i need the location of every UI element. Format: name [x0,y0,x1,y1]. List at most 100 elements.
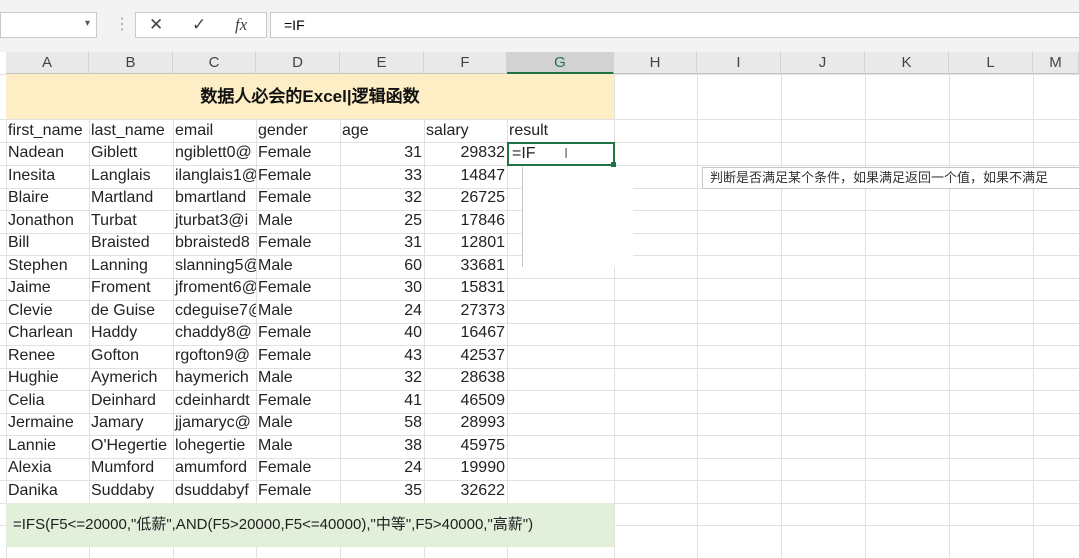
cell-last-name[interactable]: de Guise [89,300,173,322]
cell-first-name[interactable]: Alexia [6,457,89,479]
cell-age[interactable]: 60 [340,255,424,277]
cell-salary[interactable]: 12801 [424,232,507,254]
cell-last-name[interactable]: Giblett [89,142,173,164]
cell-last-name[interactable]: Gofton [89,345,173,367]
cell-first-name[interactable]: Nadean [6,142,89,164]
cell-gender[interactable]: Female [256,480,340,502]
cancel-icon[interactable]: ✕ [149,15,163,35]
cell-salary[interactable]: 46509 [424,390,507,412]
cell-first-name[interactable]: Bill [6,232,89,254]
cell-last-name[interactable]: Lanning [89,255,173,277]
cell-age[interactable]: 40 [340,322,424,344]
cell-email[interactable]: ngiblett0@ [173,142,256,164]
cell-gender[interactable]: Female [256,277,340,299]
cell-salary[interactable]: 19990 [424,457,507,479]
cell-email[interactable]: ilanglais1@ [173,165,256,187]
cell-salary[interactable]: 33681 [424,255,507,277]
cell-salary[interactable]: 29832 [424,142,507,164]
cell-first-name[interactable]: Danika [6,480,89,502]
column-header-k[interactable]: K [865,52,949,74]
cell-age[interactable]: 43 [340,345,424,367]
cell-email[interactable]: bbraisted8 [173,232,256,254]
cell-gender[interactable]: Female [256,457,340,479]
cell-email[interactable]: dsuddabyf [173,480,256,502]
cell-last-name[interactable]: Mumford [89,457,173,479]
header-result[interactable]: result [507,119,614,142]
column-header-f[interactable]: F [424,52,507,74]
cell-age[interactable]: 32 [340,187,424,209]
cell-first-name[interactable]: Hughie [6,367,89,389]
cell-age[interactable]: 24 [340,457,424,479]
cell-email[interactable]: haymerich [173,367,256,389]
column-header-b[interactable]: B [89,52,173,74]
cell-last-name[interactable]: O'Hegertie [89,435,173,457]
cell-age[interactable]: 25 [340,210,424,232]
cell-gender[interactable]: Male [256,300,340,322]
column-header-e[interactable]: E [340,52,424,74]
cell-gender[interactable]: Male [256,255,340,277]
cell-age[interactable]: 33 [340,165,424,187]
cell-last-name[interactable]: Suddaby [89,480,173,502]
cell-last-name[interactable]: Turbat [89,210,173,232]
cell-gender[interactable]: Female [256,232,340,254]
fill-handle[interactable] [611,162,616,167]
cell-age[interactable]: 35 [340,480,424,502]
cell-email[interactable]: lohegertie [173,435,256,457]
cell-first-name[interactable]: Jermaine [6,412,89,434]
cell-first-name[interactable]: Inesita [6,165,89,187]
cell-salary[interactable]: 26725 [424,187,507,209]
cell-first-name[interactable]: Renee [6,345,89,367]
header-salary[interactable]: salary [424,119,507,142]
cell-first-name[interactable]: Blaire [6,187,89,209]
cell-salary[interactable]: 28638 [424,367,507,389]
insert-function-icon[interactable]: fx [235,15,247,35]
column-header-a[interactable]: A [6,52,89,74]
cell-salary[interactable]: 27373 [424,300,507,322]
cell-email[interactable]: jturbat3@i [173,210,256,232]
column-header-g[interactable]: G [507,52,614,74]
column-header-c[interactable]: C [173,52,256,74]
header-age[interactable]: age [340,119,424,142]
cell-last-name[interactable]: Martland [89,187,173,209]
header-first-name[interactable]: first_name [6,119,89,142]
cell-first-name[interactable]: Lannie [6,435,89,457]
cell-email[interactable]: slanning5@ [173,255,256,277]
cell-gender[interactable]: Female [256,390,340,412]
cell-email[interactable]: cdeinhardt [173,390,256,412]
cell-salary[interactable]: 15831 [424,277,507,299]
cell-first-name[interactable]: Jonathon [6,210,89,232]
autocomplete-dropdown[interactable] [522,167,633,267]
cell-age[interactable]: 32 [340,367,424,389]
confirm-icon[interactable]: ✓ [192,15,206,35]
cell-last-name[interactable]: Haddy [89,322,173,344]
header-gender[interactable]: gender [256,119,340,142]
cell-gender[interactable]: Female [256,345,340,367]
cell-salary[interactable]: 45975 [424,435,507,457]
cell-first-name[interactable]: Clevie [6,300,89,322]
cell-gender[interactable]: Female [256,165,340,187]
drag-handle-icon[interactable]: ⋮ [114,14,130,34]
cell-last-name[interactable]: Jamary [89,412,173,434]
column-header-m[interactable]: M [1033,52,1079,74]
cell-last-name[interactable]: Deinhard [89,390,173,412]
cell-email[interactable]: jjamaryc@ [173,412,256,434]
cell-age[interactable]: 38 [340,435,424,457]
header-last-name[interactable]: last_name [89,119,173,142]
cell-email[interactable]: jfroment6@ [173,277,256,299]
cell-gender[interactable]: Female [256,142,340,164]
cell-email[interactable]: rgofton9@ [173,345,256,367]
cell-email[interactable]: bmartland [173,187,256,209]
cell-gender[interactable]: Male [256,210,340,232]
column-header-j[interactable]: J [781,52,865,74]
cell-age[interactable]: 31 [340,142,424,164]
active-cell-g5[interactable]: =IF I [507,142,615,166]
cell-age[interactable]: 41 [340,390,424,412]
cell-gender[interactable]: Female [256,322,340,344]
cell-email[interactable]: chaddy8@ [173,322,256,344]
column-header-i[interactable]: I [697,52,781,74]
cell-first-name[interactable]: Charlean [6,322,89,344]
cell-first-name[interactable]: Stephen [6,255,89,277]
cell-gender[interactable]: Female [256,187,340,209]
cell-salary[interactable]: 14847 [424,165,507,187]
cell-salary[interactable]: 42537 [424,345,507,367]
